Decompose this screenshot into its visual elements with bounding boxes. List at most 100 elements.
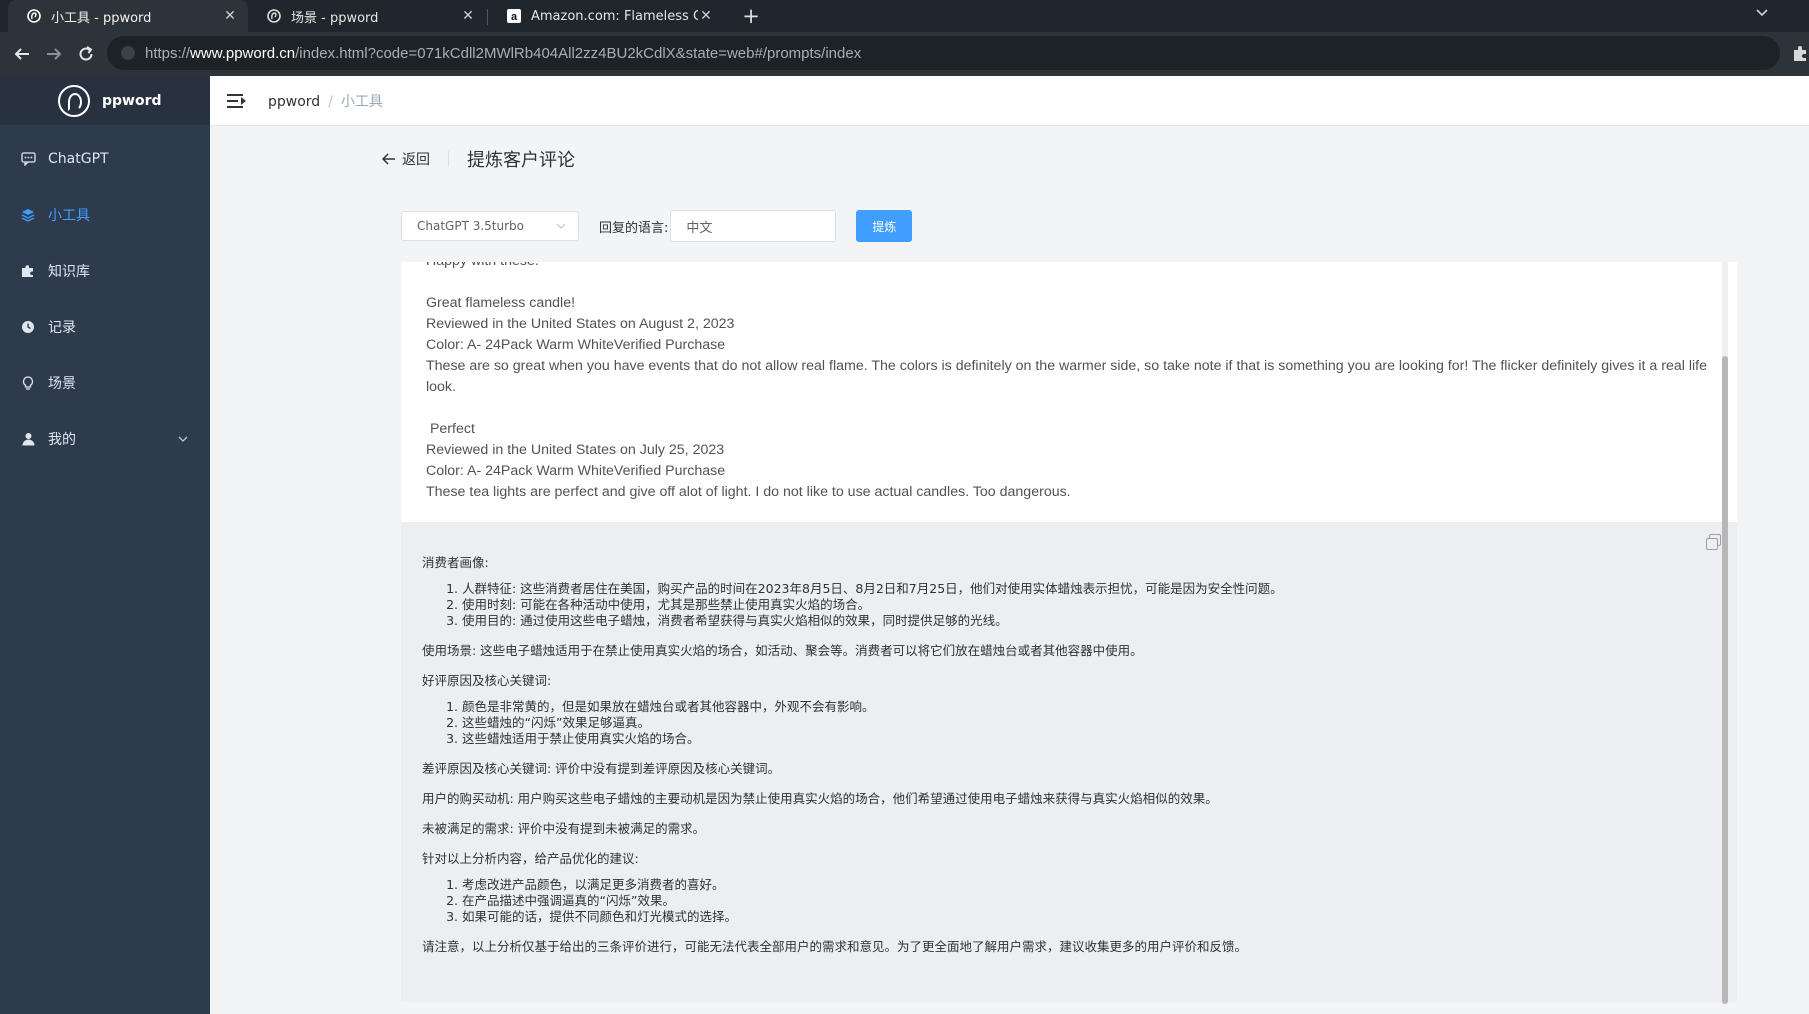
browser-tab-amazon[interactable]: a Amazon.com: Flameless Candl ✕ [488,0,724,32]
page-title: 提炼客户评论 [467,150,575,171]
header-divider [448,151,449,167]
puzzle-icon [20,263,36,279]
ppword-favicon-icon [26,8,42,24]
chevron-down-icon[interactable] [178,433,188,446]
app-logo[interactable]: ppword [0,76,210,125]
result-paragraph: 差评原因及核心关键词: 评价中没有提到差评原因及核心关键词。 [422,761,781,776]
breadcrumb: ppword / 小工具 [268,91,383,111]
close-tab-icon[interactable]: ✕ [698,8,714,24]
sidebar-menu: ChatGPT 小工具 知识库 记录 场景 我的 [0,125,210,467]
tab-list-chevron-icon[interactable] [1755,6,1769,22]
review-text: Happy with these. Great flameless candle… [426,262,1716,503]
content-scrollbar[interactable] [1722,262,1728,1004]
close-tab-icon[interactable]: ✕ [460,8,476,24]
bulb-icon [20,375,36,391]
page-header: 返回 提炼客户评论 [381,147,575,171]
list-item: 这些蜡烛的“闪烁”效果足够逼真。 [462,715,1712,731]
browser-tab-strip: 小工具 - ppword ✕ 场景 - ppword ✕ a Amazon.co… [0,0,1809,32]
review-body: These tea lights are perfect and give of… [426,484,1071,500]
scrollbar-thumb[interactable] [1722,356,1728,1004]
new-tab-button[interactable]: + [738,3,764,29]
breadcrumb-current: 小工具 [340,93,383,110]
tool-controls: ChatGPT 3.5turbo 回复的语言: 中文 提炼 [401,210,913,242]
address-bar[interactable]: https://www.ppword.cn/index.html?code=07… [107,36,1780,70]
sidebar-item-tools[interactable]: 小工具 [0,187,210,243]
result-paragraph: 请注意，以上分析仅基于给出的三条评价进行，可能无法代表全部用户的需求和意见。为了… [422,939,1248,954]
breadcrumb-root[interactable]: ppword [268,94,320,110]
sidebar-item-scenes[interactable]: 场景 [0,355,210,411]
chevron-down-icon [556,221,566,232]
model-select[interactable]: ChatGPT 3.5turbo [401,211,579,241]
list-item: 这些蜡烛适用于禁止使用真实火焰的场合。 [462,731,1712,747]
user-icon [20,431,36,447]
tab-title: 场景 - ppword [291,10,379,26]
url-path: /index.html?code=071kCdll2MWlRb404All2zz… [295,44,862,62]
browser-tab-tools[interactable]: 小工具 - ppword ✕ [8,0,248,32]
result-list: 人群特征: 这些消费者居住在美国，购买产品的时间在2023年8月5日、8月2日和… [462,581,1712,629]
sidebar-item-records[interactable]: 记录 [0,299,210,355]
result-heading: 好评原因及核心关键词: [422,673,552,688]
sidebar-item-knowledge-base[interactable]: 知识库 [0,243,210,299]
list-item: 颜色是非常黄的，但是如果放在蜡烛台或者其他容器中，外观不会有影响。 [462,699,1712,715]
list-item: 使用目的: 通过使用这些电子蜡烛，消费者希望获得与真实火焰相似的效果，同时提供足… [462,613,1712,629]
sidebar-item-mine[interactable]: 我的 [0,411,210,467]
copy-icon[interactable] [1706,534,1721,550]
review-title: Great flameless candle! [426,295,576,311]
site-info-icon[interactable] [121,46,135,60]
sidebar-item-chatgpt[interactable]: ChatGPT [0,131,210,187]
refine-button[interactable]: 提炼 [856,210,913,242]
sidebar-item-label: 我的 [48,432,76,448]
review-body: These are so great when you have events … [426,358,1707,395]
review-line: Happy with these. [426,262,1716,272]
amazon-favicon-icon: a [506,8,522,24]
result-text: 消费者画像: 人群特征: 这些消费者居住在美国，购买产品的时间在2023年8月5… [422,555,1712,969]
list-item: 人群特征: 这些消费者居住在美国，购买产品的时间在2023年8月5日、8月2日和… [462,581,1712,597]
app-sidebar: ppword ChatGPT 小工具 知识库 记录 场景 我的 [0,76,210,1014]
reload-icon [79,46,93,61]
layers-icon [20,207,36,223]
result-paragraph: 未被满足的需求: 评价中没有提到未被满足的需求。 [422,821,706,836]
forward-nav-button[interactable] [41,41,67,67]
clock-icon [20,319,36,335]
language-label: 回复的语言: [599,220,669,236]
result-list: 考虑改进产品颜色，以满足更多消费者的喜好。 在产品描述中强调逼真的“闪烁”效果。… [462,877,1712,925]
model-select-value: ChatGPT 3.5turbo [417,219,525,233]
review-input-textarea[interactable]: Happy with these. Great flameless candle… [401,262,1737,522]
extensions-puzzle-icon[interactable] [1791,44,1809,62]
back-nav-button[interactable] [9,41,35,67]
language-input[interactable]: 中文 [670,210,837,242]
review-date: Reviewed in the United States on July 25… [426,442,725,458]
result-heading: 消费者画像: [422,555,489,570]
app-name: ppword [102,92,162,109]
review-color: Color: A- 24Pack Warm WhiteVerified Purc… [426,337,726,353]
result-list: 颜色是非常黄的，但是如果放在蜡烛台或者其他容器中，外观不会有影响。 这些蜡烛的“… [462,699,1712,747]
chat-icon [20,151,36,167]
close-tab-icon[interactable]: ✕ [222,8,238,24]
list-item: 使用时刻: 可能在各种活动中使用，尤其是那些禁止使用真实火焰的场合。 [462,597,1712,613]
collapse-menu-icon[interactable] [227,93,247,109]
sidebar-item-label: ChatGPT [48,151,109,167]
result-heading: 针对以上分析内容，给产品优化的建议: [422,851,639,866]
review-color: Color: A- 24Pack Warm WhiteVerified Purc… [426,463,726,479]
back-button[interactable]: 返回 [381,149,430,169]
ppword-logo-icon [58,84,90,117]
tab-title: Amazon.com: Flameless Candl [531,8,698,24]
arrow-right-icon [47,48,62,60]
url-scheme: https:// [145,44,191,62]
arrow-left-icon [381,150,396,169]
sidebar-item-label: 记录 [48,320,76,336]
sidebar-item-label: 场景 [48,376,76,392]
analysis-result: 消费者画像: 人群特征: 这些消费者居住在美国，购买产品的时间在2023年8月5… [401,522,1737,1002]
list-item: 考虑改进产品颜色，以满足更多消费者的喜好。 [462,877,1712,893]
arrow-left-icon [14,48,29,60]
browser-tab-scenes[interactable]: 场景 - ppword ✕ [248,0,486,32]
result-paragraph: 用户的购买动机: 用户购买这些电子蜡烛的主要动机是因为禁止使用真实火焰的场合，他… [422,791,1218,806]
browser-toolbar: https://www.ppword.cn/index.html?code=07… [0,32,1809,76]
reload-button[interactable] [73,41,99,67]
sidebar-item-label: 知识库 [48,264,90,280]
ppword-favicon-icon [266,8,282,24]
review-title: Perfect [426,421,475,437]
app-topbar: ppword / 小工具 [210,76,1809,126]
url-host: www.ppword.cn [190,44,296,62]
tab-title: 小工具 - ppword [51,10,152,26]
